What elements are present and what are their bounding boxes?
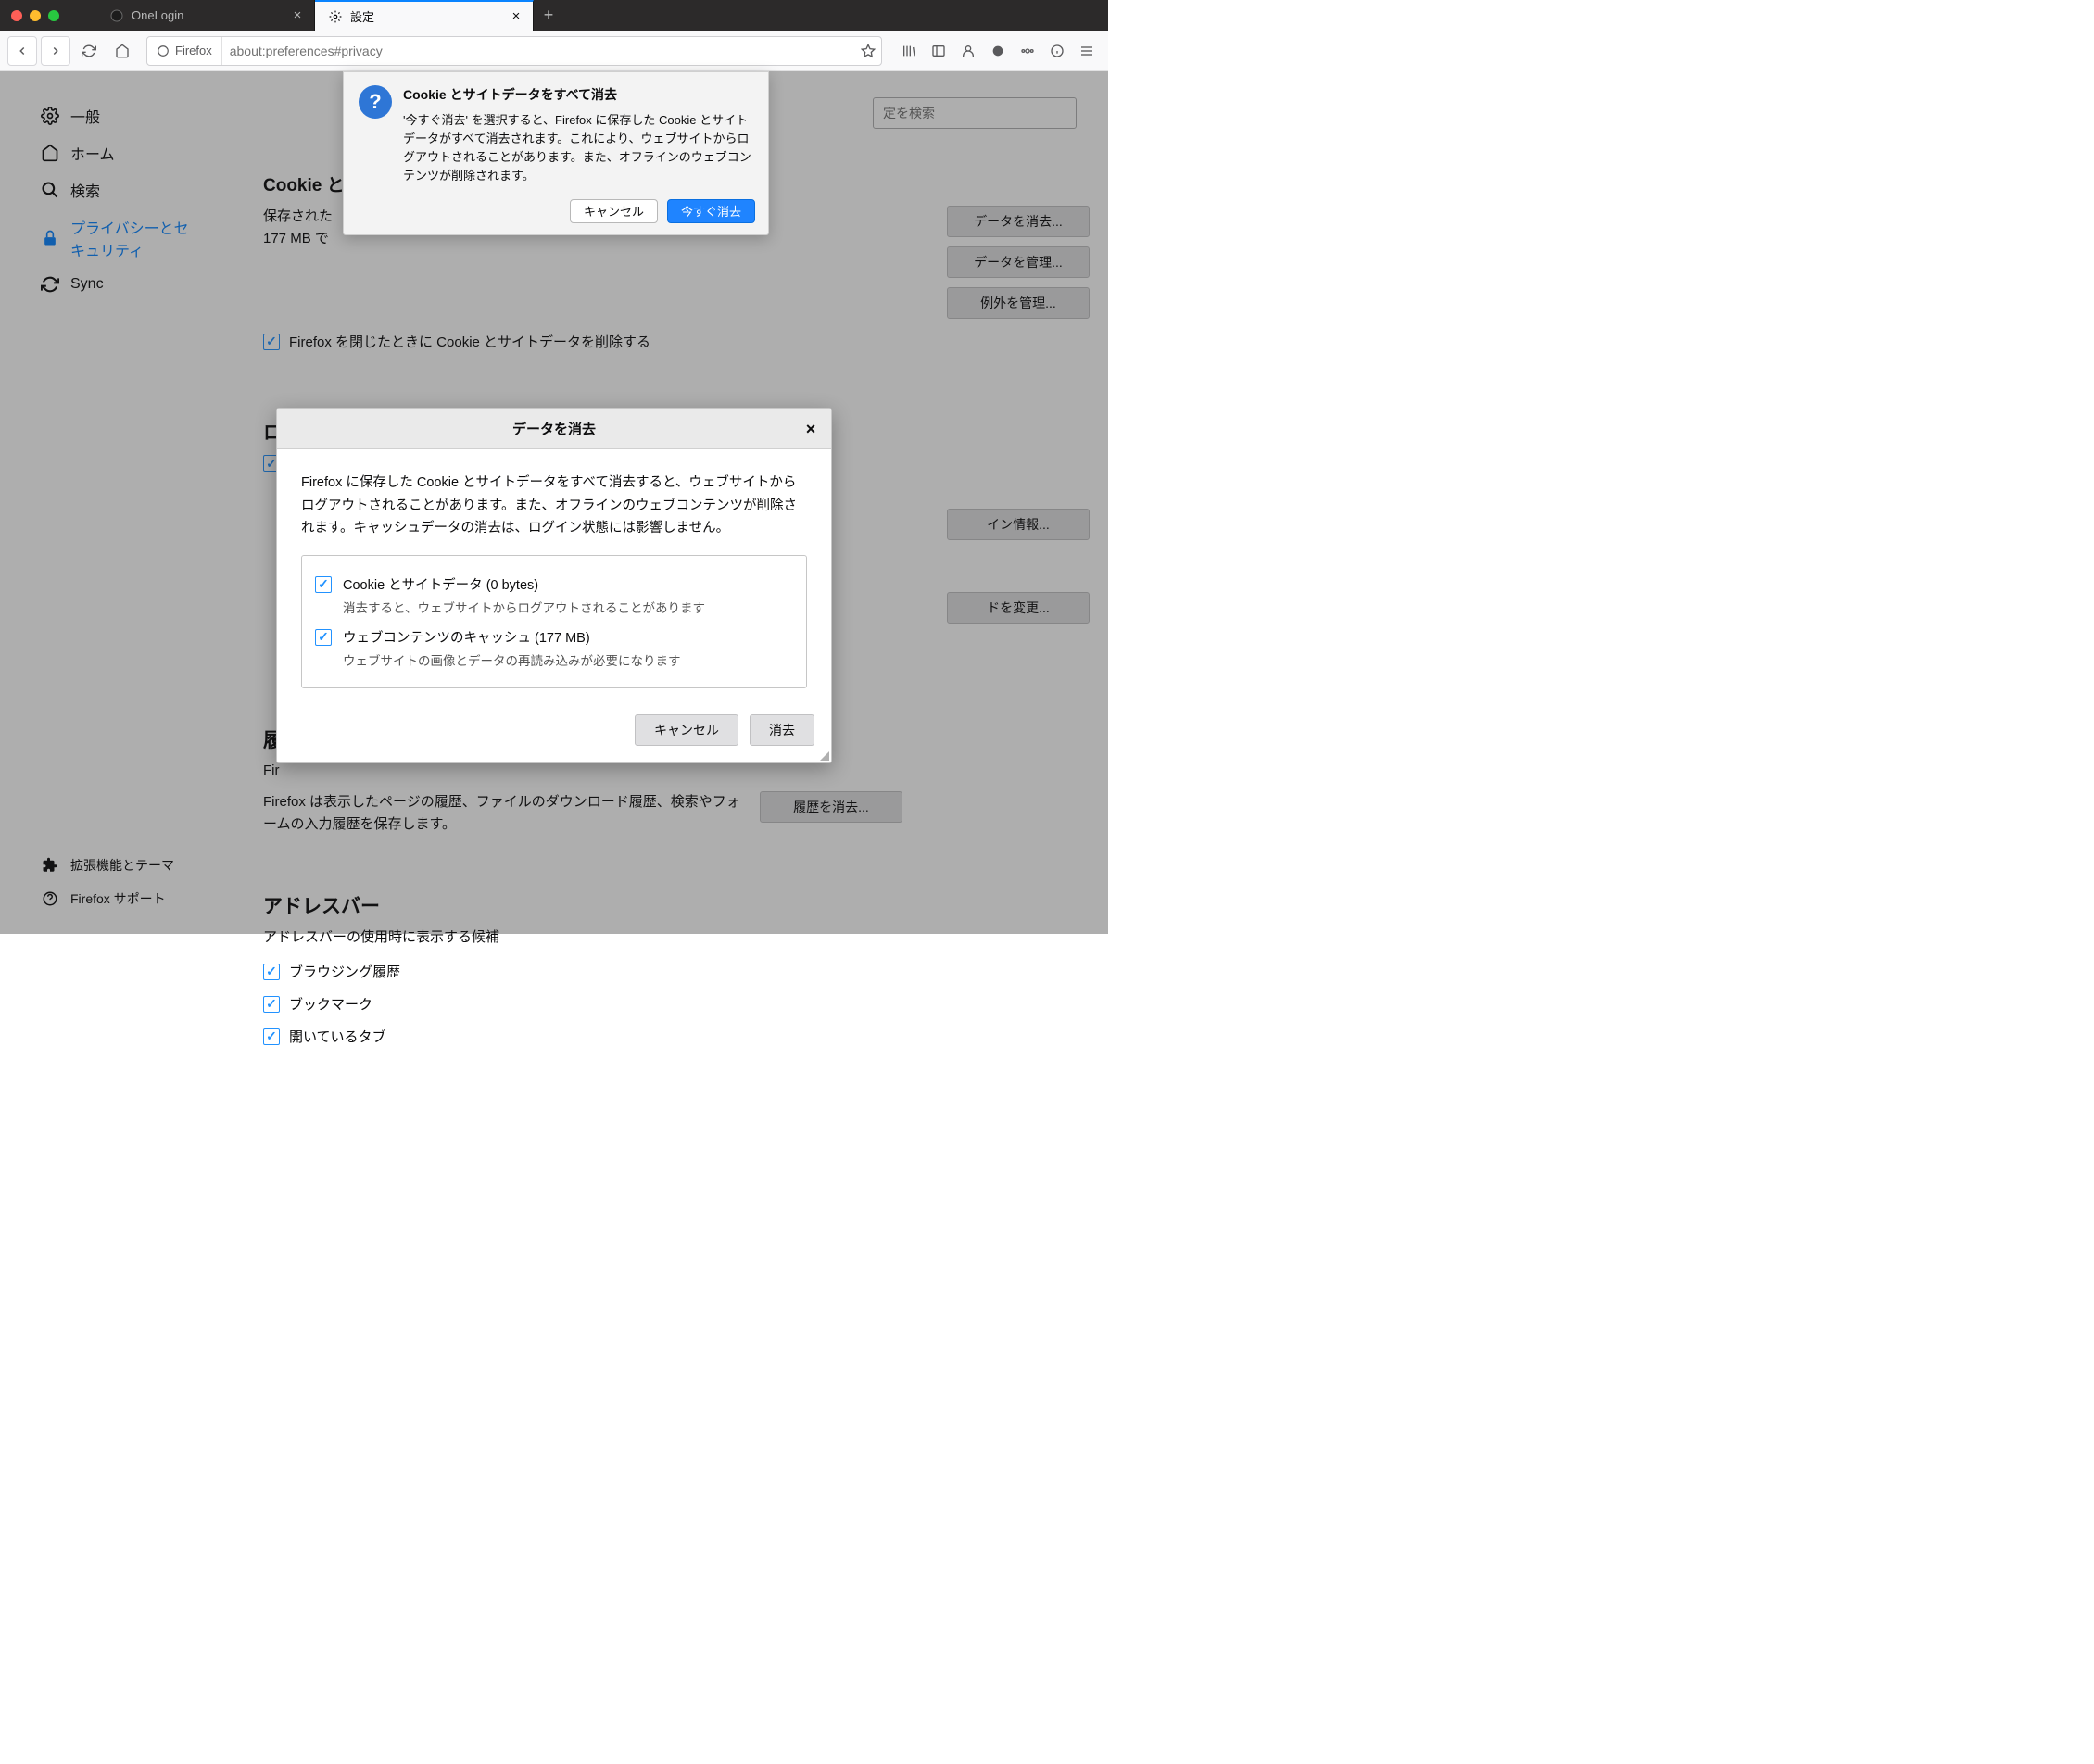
option-sublabel: 消去すると、ウェブサイトからログアウトされることがあります [343,598,705,616]
resize-handle[interactable] [818,750,829,761]
maximize-window-button[interactable] [48,10,59,21]
bookmark-star-button[interactable] [855,44,881,58]
tab-onelogin[interactable]: OneLogin × [96,0,315,31]
toolbar-icons [891,37,1101,65]
account-icon[interactable] [954,37,982,65]
dialog-description: Firefox に保存した Cookie とサイトデータをすべて消去すると、ウェ… [301,472,807,540]
checkbox-icon [263,996,280,1013]
dialog-clear-button[interactable]: 消去 [750,714,814,746]
tab-close-button[interactable]: × [509,9,524,24]
addressbar-opt-opentabs[interactable]: 開いているタブ [263,1027,1090,1046]
dialog-title: データを消去 [512,419,596,438]
checkbox-icon [315,576,332,593]
shield-icon[interactable] [984,37,1012,65]
checkbox-icon [263,964,280,980]
nav-toolbar: Firefox about:preferences#privacy [0,31,1108,71]
option-sublabel: ウェブサイトの画像とデータの再読み込みが必要になります [343,650,681,669]
alert-cancel-button[interactable]: キャンセル [570,199,658,223]
clear-data-dialog: データを消去 × Firefox に保存した Cookie とサイトデータをすべ… [276,408,832,763]
alert-body: '今すぐ消去' を選択すると、Firefox に保存した Cookie とサイト… [403,111,753,186]
checkbox-icon [263,1028,280,1045]
tab-label: OneLogin [132,8,283,22]
dialog-opt-cookies[interactable]: Cookie とサイトデータ (0 bytes) 消去すると、ウェブサイトからロ… [315,569,793,622]
dialog-options: Cookie とサイトデータ (0 bytes) 消去すると、ウェブサイトからロ… [301,555,807,688]
addressbar-opt-bookmarks[interactable]: ブックマーク [263,994,1090,1014]
home-button[interactable] [107,36,137,66]
checkbox-label: ブラウジング履歴 [289,962,400,981]
extension-icon[interactable] [1014,37,1041,65]
identity-label: Firefox [175,44,212,57]
dialog-cancel-button[interactable]: キャンセル [635,714,738,746]
alert-confirm-button[interactable]: 今すぐ消去 [667,199,755,223]
minimize-window-button[interactable] [30,10,41,21]
tab-strip: OneLogin × 設定 × + [96,0,563,31]
menu-button[interactable] [1073,37,1101,65]
tab-settings[interactable]: 設定 × [315,0,534,31]
sidebar-icon[interactable] [925,37,952,65]
dialog-opt-cache[interactable]: ウェブコンテンツのキャッシュ (177 MB) ウェブサイトの画像とデータの再読… [315,622,793,674]
confirm-clear-alert: ? Cookie とサイトデータをすべて消去 '今すぐ消去' を選択すると、Fi… [343,71,769,235]
title-bar: OneLogin × 設定 × + [0,0,1108,31]
gear-icon [328,9,343,24]
identity-box[interactable]: Firefox [147,37,222,65]
url-text: about:preferences#privacy [222,44,855,58]
new-tab-button[interactable]: + [534,0,563,31]
checkbox-label: 開いているタブ [289,1027,386,1046]
url-bar[interactable]: Firefox about:preferences#privacy [146,36,882,66]
dialog-header: データを消去 × [277,409,831,449]
option-label: Cookie とサイトデータ (0 bytes) [343,574,705,594]
question-icon: ? [359,85,392,119]
alert-title: Cookie とサイトデータをすべて消去 [403,85,753,104]
info-icon[interactable] [1043,37,1071,65]
tab-favicon [109,8,124,23]
tab-label: 設定 [350,7,501,25]
tab-close-button[interactable]: × [290,8,305,23]
option-label: ウェブコンテンツのキャッシュ (177 MB) [343,627,681,647]
back-button[interactable] [7,36,37,66]
addressbar-opt-history[interactable]: ブラウジング履歴 [263,962,1090,981]
reload-button[interactable] [74,36,104,66]
forward-button[interactable] [41,36,70,66]
firefox-icon [157,44,170,57]
checkbox-icon [315,629,332,646]
dialog-close-button[interactable]: × [801,420,820,439]
library-icon[interactable] [895,37,923,65]
close-window-button[interactable] [11,10,22,21]
window-controls [0,10,59,21]
checkbox-label: ブックマーク [289,994,372,1014]
